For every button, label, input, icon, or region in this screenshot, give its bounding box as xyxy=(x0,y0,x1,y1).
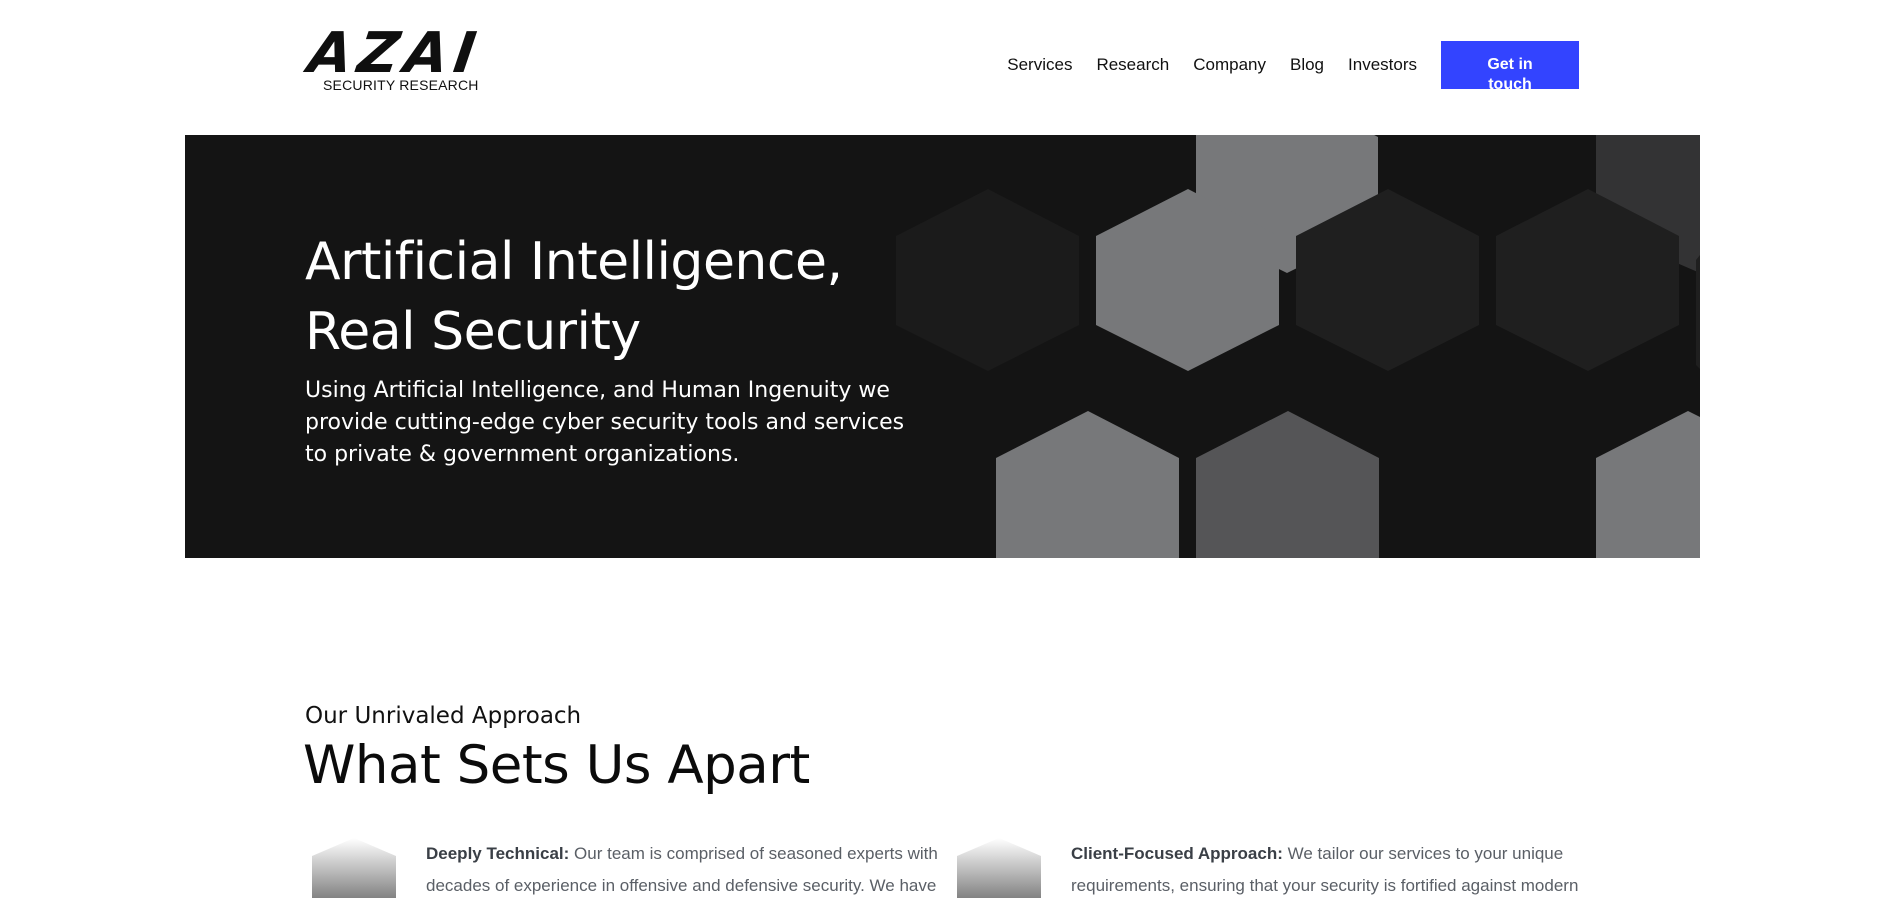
feature-title: Deeply Technical: xyxy=(426,844,570,863)
nav-company[interactable]: Company xyxy=(1193,55,1266,75)
logo-subtitle: SECURITY RESEARCH xyxy=(323,77,479,93)
hero-title-line: Real Security xyxy=(305,302,641,362)
feature-title: Client-Focused Approach: xyxy=(1071,844,1283,863)
nav-blog[interactable]: Blog xyxy=(1290,55,1324,75)
section-kicker: Our Unrivaled Approach xyxy=(305,703,582,729)
hero-banner: Artificial Intelligence, Real Security U… xyxy=(185,135,1700,558)
hero-description: Using Artificial Intelligence, and Human… xyxy=(305,378,905,467)
hero-title: Artificial Intelligence, Real Security xyxy=(305,227,925,367)
hexagon-shape xyxy=(1596,411,1700,558)
get-in-touch-button[interactable]: Get in touch xyxy=(1441,41,1579,93)
hexagon-shape xyxy=(996,411,1179,558)
nav-investors[interactable]: Investors xyxy=(1348,55,1417,75)
hexagon-icon xyxy=(957,838,1041,898)
site-header: AZAI SECURITY RESEARCH Services Research… xyxy=(0,0,1887,135)
hexagon-icon xyxy=(312,838,396,898)
hexagon-shape xyxy=(1196,411,1379,558)
hero-title-line: Artificial Intelligence, xyxy=(305,232,843,292)
main-nav: Services Research Company Blog Investors… xyxy=(1007,41,1579,93)
feature-description: Client-Focused Approach: We tailor our s… xyxy=(1071,838,1591,898)
nav-research[interactable]: Research xyxy=(1096,55,1169,75)
hexagon-shape xyxy=(1696,255,1700,369)
brand-logo[interactable]: AZAI SECURITY RESEARCH xyxy=(304,21,490,94)
nav-services[interactable]: Services xyxy=(1007,55,1072,75)
feature-description: Deeply Technical: Our team is comprised … xyxy=(426,838,946,898)
section-title: What Sets Us Apart xyxy=(303,735,810,796)
logo-wordmark: AZAI xyxy=(304,21,486,86)
